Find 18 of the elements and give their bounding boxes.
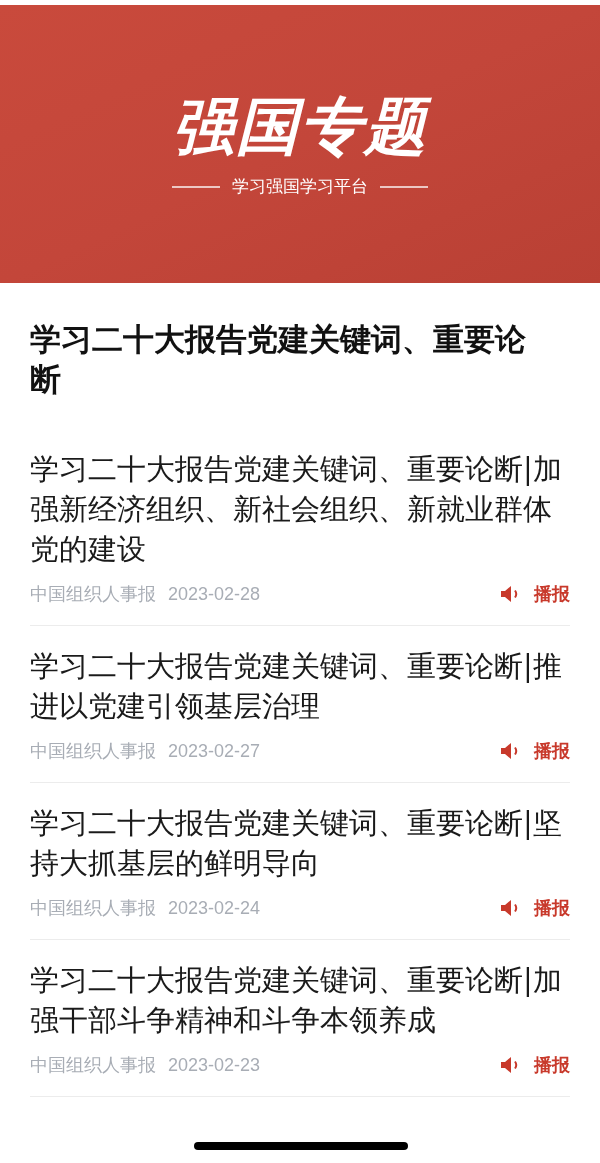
broadcast-button[interactable]: 播报 [500, 1051, 570, 1079]
broadcast-button[interactable]: 播报 [500, 894, 570, 922]
article-title[interactable]: 学习二十大报告党建关键词、重要论断|坚持大抓基层的鲜明导向 [30, 803, 570, 883]
article-source: 中国组织人事报 [30, 582, 156, 606]
broadcast-button[interactable]: 播报 [500, 737, 570, 765]
article-date: 2023-02-24 [168, 896, 261, 920]
article-source: 中国组织人事报 [30, 1053, 156, 1077]
article-date: 2023-02-28 [168, 582, 261, 606]
article-date: 2023-02-23 [168, 1053, 261, 1077]
topic-heading: 学习二十大报告党建关键词、重要论断 [29, 320, 527, 399]
article-title[interactable]: 学习二十大报告党建关键词、重要论断|加强新经济组织、新社会组织、新就业群体党的建设 [30, 449, 570, 569]
banner-subtitle: 学习强国学习平台 [232, 176, 368, 199]
broadcast-button[interactable]: 播报 [500, 580, 570, 608]
article-source: 中国组织人事报 [30, 739, 156, 763]
article-title[interactable]: 学习二十大报告党建关键词、重要论断|推进以党建引领基层治理 [30, 646, 570, 726]
article-title[interactable]: 学习二十大报告党建关键词、重要论断|加强干部斗争精神和斗争本领养成 [30, 960, 570, 1040]
article-date: 2023-02-27 [168, 739, 261, 763]
article-source: 中国组织人事报 [30, 896, 156, 920]
